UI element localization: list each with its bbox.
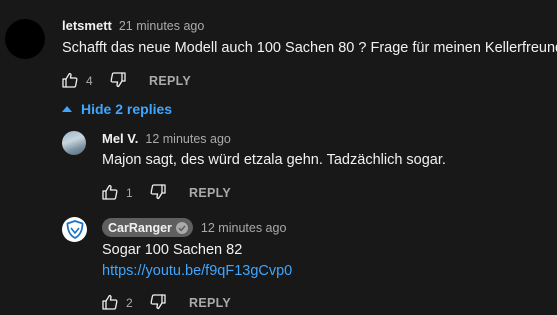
reply-text: Sogar 100 Sachen 82 [102, 242, 243, 258]
thumbs-down-icon [150, 184, 166, 200]
chevron-up-icon [62, 106, 72, 112]
thumbs-up-icon [62, 72, 78, 88]
like-button[interactable] [102, 294, 118, 310]
reply-button[interactable]: REPLY [189, 296, 231, 310]
hide-replies-toggle[interactable]: Hide 2 replies [62, 101, 172, 117]
like-button[interactable] [102, 184, 118, 200]
hide-replies-label: Hide 2 replies [81, 101, 173, 117]
reply-text: Majon sagt, des würd etzala gehn. Tadzäc… [102, 152, 446, 168]
dislike-button[interactable] [150, 294, 166, 310]
thumbs-up-icon [102, 184, 118, 200]
channel-owner-badge[interactable]: CarRanger [102, 218, 193, 237]
verified-check-icon [175, 221, 188, 234]
like-count: 1 [126, 186, 133, 200]
comment-time[interactable]: 21 minutes ago [119, 19, 204, 33]
thumbs-up-icon [102, 294, 118, 310]
reply-header: Mel V. 12 minutes ago [102, 131, 231, 146]
like-count: 2 [126, 296, 133, 310]
reply-button[interactable]: REPLY [149, 74, 191, 88]
reply-link[interactable]: https://youtu.be/f9qF13gCvp0 [102, 263, 292, 279]
reply-author: CarRanger [108, 220, 172, 235]
reply-time[interactable]: 12 minutes ago [145, 132, 230, 146]
reply-time[interactable]: 12 minutes ago [201, 221, 286, 235]
comment-author[interactable]: letsmett [62, 18, 112, 33]
avatar[interactable] [5, 19, 45, 59]
reply-header: CarRanger 12 minutes ago [102, 218, 286, 237]
like-button[interactable] [62, 72, 78, 88]
shield-logo-icon [66, 220, 83, 239]
reply-button[interactable]: REPLY [189, 186, 231, 200]
comment-text: Schafft das neue Modell auch 100 Sachen … [62, 40, 557, 56]
dislike-button[interactable] [150, 184, 166, 200]
thumbs-down-icon [150, 294, 166, 310]
thumbs-down-icon [110, 72, 126, 88]
avatar[interactable] [62, 217, 87, 242]
like-count: 4 [86, 74, 93, 88]
dislike-button[interactable] [110, 72, 126, 88]
reply-author[interactable]: Mel V. [102, 131, 138, 146]
avatar[interactable] [62, 131, 86, 155]
comment-header: letsmett 21 minutes ago [62, 18, 204, 33]
